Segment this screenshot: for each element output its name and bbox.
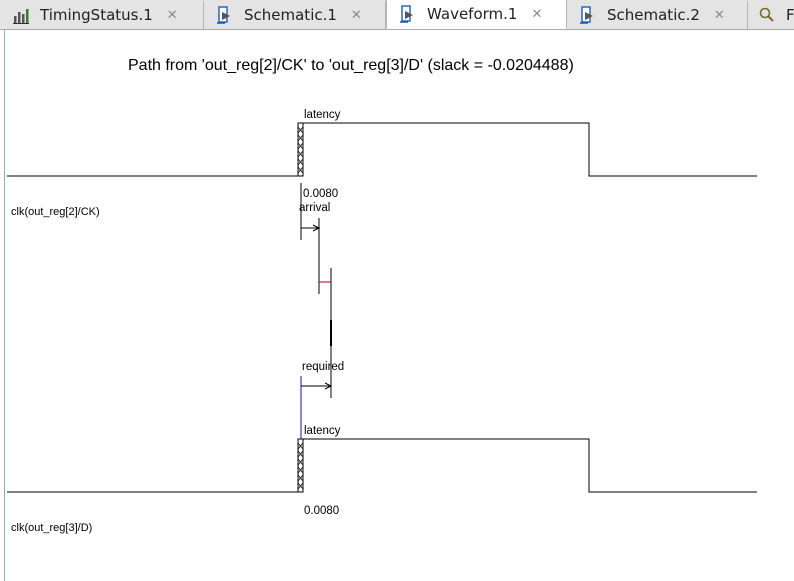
required-label: required (302, 361, 345, 373)
launch-latency-value: 0.0080 (303, 188, 339, 200)
capture-clock-signal-label: clk(out_reg[3]/D) (11, 522, 93, 534)
capture-latency-label: latency (304, 425, 341, 437)
capture-latency-hatch (297, 438, 304, 493)
launch-clock-signal-label: clk(out_reg[2]/CK) (11, 206, 100, 218)
timing-waveform-canvas (7, 122, 757, 493)
launch-clock-waveform (7, 122, 757, 177)
slack-indicator (319, 268, 332, 398)
capture-latency-value: 0.0080 (304, 505, 340, 517)
arrival-label: arrival (299, 202, 331, 214)
launch-latency-label: latency (304, 109, 341, 121)
capture-clock-waveform (7, 438, 757, 493)
launch-latency-hatch (297, 122, 304, 177)
path-title: Path from 'out_reg[2]/CK' to 'out_reg[3]… (128, 57, 574, 74)
